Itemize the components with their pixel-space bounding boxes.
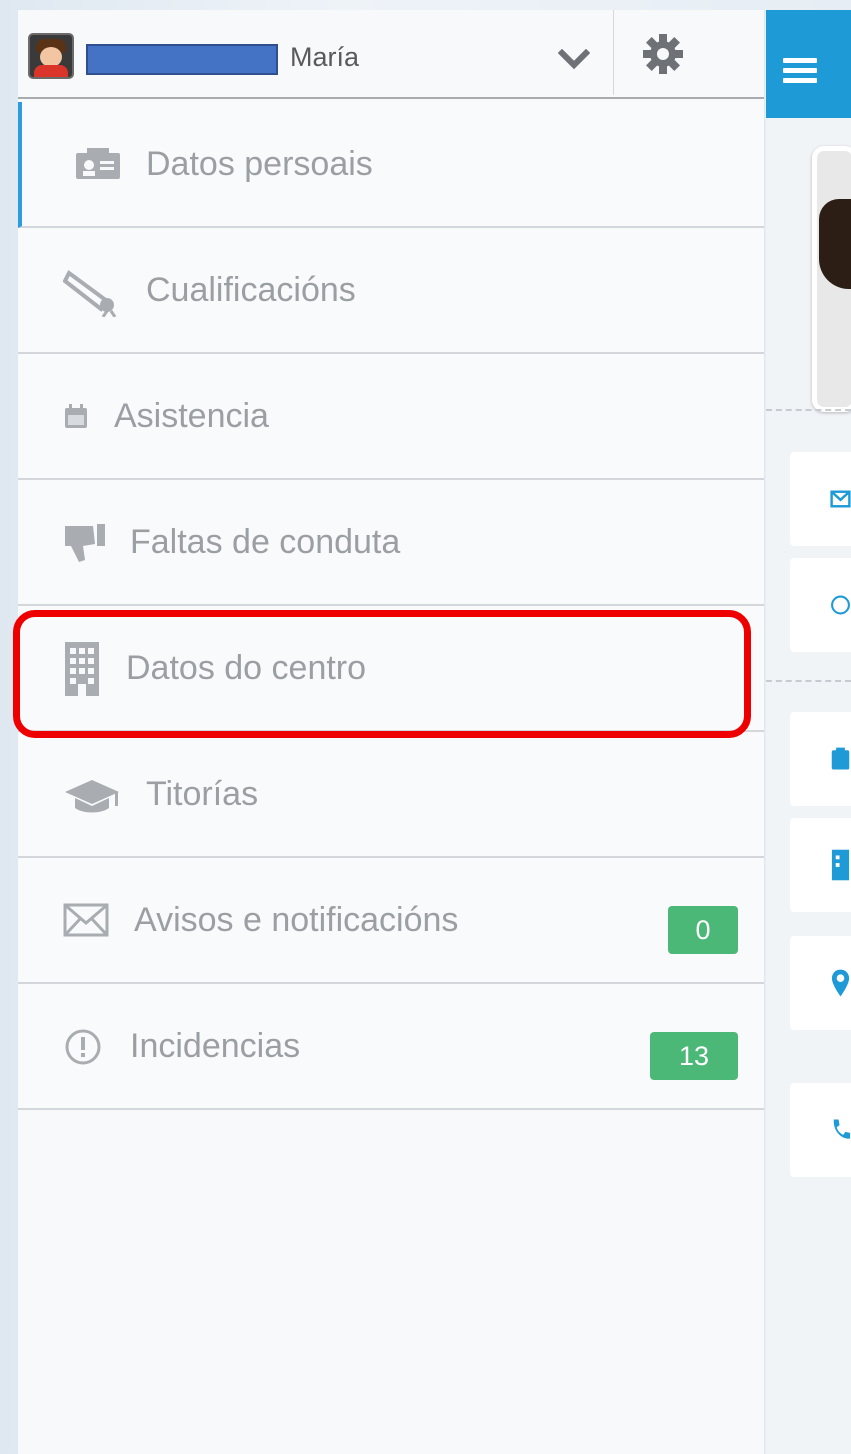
menu-item-datos-persoais[interactable]: Datos persoais <box>18 102 764 228</box>
phone-card[interactable] <box>790 1083 851 1177</box>
user-name: María <box>290 42 360 72</box>
avatar[interactable] <box>28 33 74 79</box>
exclamation-circle-icon <box>62 1026 104 1068</box>
side-menu: María Datos persoais Cualificacións Asis… <box>18 10 765 1454</box>
building-card[interactable] <box>790 818 851 912</box>
graduation-cap-icon <box>62 776 122 816</box>
settings-button[interactable] <box>618 24 708 84</box>
location-card[interactable] <box>790 936 851 1030</box>
diploma-icon <box>62 264 124 318</box>
clipboard-icon <box>831 747 850 770</box>
menu-item-titorias[interactable]: Titorías <box>18 732 764 858</box>
menu-item-avisos-e-notificacions[interactable]: Avisos e notificacións 0 <box>18 858 764 984</box>
email-card[interactable] <box>790 452 851 546</box>
redacted-name <box>86 44 278 75</box>
divider <box>766 409 851 411</box>
building-icon <box>62 640 102 698</box>
expand-user-button[interactable] <box>538 30 610 90</box>
menu-item-incidencias[interactable]: Incidencias 13 <box>18 984 764 1110</box>
envelope-icon <box>830 490 851 508</box>
schedule-card[interactable] <box>790 558 851 652</box>
notification-count-badge: 0 <box>668 906 738 954</box>
menu-item-label: Datos do centro <box>126 649 367 687</box>
hamburger-menu-icon[interactable] <box>783 58 817 84</box>
menu-item-cualificacions[interactable]: Cualificacións <box>18 228 764 354</box>
gear-icon <box>643 34 683 74</box>
menu-item-label: Incidencias <box>130 1027 301 1065</box>
map-pin-icon <box>831 969 850 997</box>
menu-item-asistencia[interactable]: Asistencia <box>18 354 764 480</box>
menu-item-datos-do-centro[interactable]: Datos do centro <box>18 606 764 732</box>
header-separator <box>613 10 614 95</box>
menu-item-label: Faltas de conduta <box>130 523 401 561</box>
menu-item-label: Cualificacións <box>146 271 356 309</box>
calendar-icon <box>62 402 90 430</box>
top-bar <box>766 10 851 118</box>
clipboard-card[interactable] <box>790 712 851 806</box>
menu-item-label: Avisos e notificacións <box>134 901 459 939</box>
menu-item-label: Asistencia <box>114 397 269 435</box>
incident-count-badge: 13 <box>650 1032 738 1080</box>
phone-icon <box>833 1119 851 1139</box>
menu-item-faltas-de-conduta[interactable]: Faltas de conduta <box>18 480 764 606</box>
thumbs-down-icon <box>62 520 108 566</box>
menu-item-label: Titorías <box>146 775 259 813</box>
envelope-icon <box>62 902 110 938</box>
building-icon <box>831 849 850 881</box>
divider <box>766 680 851 682</box>
user-header: María <box>18 10 764 99</box>
menu-item-label: Datos persoais <box>146 145 373 183</box>
profile-photo <box>812 146 851 412</box>
clock-icon <box>831 595 850 615</box>
chevron-down-icon <box>558 49 590 70</box>
id-card-icon <box>74 146 122 182</box>
